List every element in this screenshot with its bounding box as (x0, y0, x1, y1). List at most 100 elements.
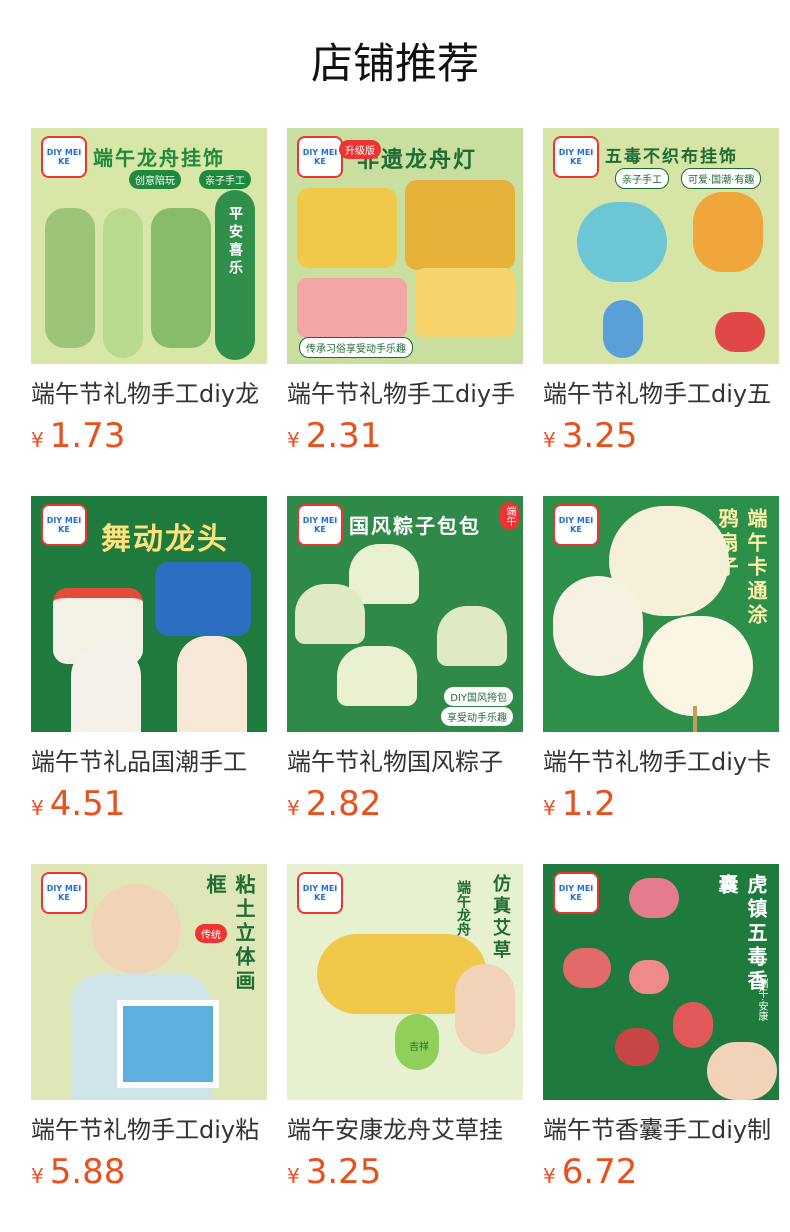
sachet (629, 960, 669, 994)
image-tag: 端午龙舟 (455, 880, 471, 936)
product-grid: DIY MEI KE 端午龙舟挂饰 创意陪玩 亲子手工 平安喜乐 端午节礼物手工… (31, 128, 781, 1232)
image-tag: 亲子手工 (615, 168, 669, 189)
image-headline: 端午龙舟挂饰 (93, 146, 225, 170)
product-price: ¥3.25 (287, 1154, 523, 1196)
price-value: 3.25 (305, 1152, 382, 1192)
product-card[interactable]: DIY MEI KE 舞动龙头 端午节礼品国潮手工 ¥4.51 (31, 496, 267, 864)
product-name[interactable]: 端午节礼物手工diy手 (287, 378, 523, 410)
price-value: 2.82 (305, 784, 382, 824)
product-card[interactable]: DIY MEI KE 非遗龙舟灯 升级版 传承习俗享受动手乐趣 端午节礼物手工d… (287, 128, 523, 496)
felt-ornament (603, 300, 643, 358)
product-card[interactable]: DIY MEI KE 虎镇五毒香囊 端午·安康 端午节香囊手工diy制 ¥6.7… (543, 864, 779, 1232)
product-price: ¥2.31 (287, 418, 523, 460)
image-tag: 享受动手乐趣 (441, 707, 513, 726)
product-name[interactable]: 端午节礼物手工diy粘 (31, 1114, 267, 1146)
felt-ornament (693, 192, 763, 272)
image-tag: DIY国风挎包 (444, 687, 513, 706)
fan-handle (693, 706, 697, 732)
product-price: ¥6.72 (543, 1154, 779, 1196)
brand-logo: DIY MEI KE (297, 136, 343, 178)
image-tag: 升级版 (339, 140, 381, 159)
product-image[interactable]: DIY MEI KE 国风粽子包包 端午 DIY国风挎包 享受动手乐趣 (287, 496, 523, 732)
image-vertical-text: 平安喜乐 (227, 206, 243, 278)
zongzi-bag (337, 646, 417, 706)
image-tag: 亲子手工 (199, 170, 251, 189)
product-card[interactable]: DIY MEI KE 仿真艾草 端午龙舟 吉祥 端午安康龙舟艾草挂 ¥3.25 (287, 864, 523, 1232)
product-name[interactable]: 端午安康龙舟艾草挂 (287, 1114, 523, 1146)
brand-logo: DIY MEI KE (41, 136, 87, 178)
brand-logo: DIY MEI KE (41, 872, 87, 914)
hanging-ornament (45, 208, 95, 348)
sachet (563, 948, 611, 988)
sachet (629, 878, 679, 918)
price-value: 4.51 (49, 784, 126, 824)
image-vertical-text: 仿真艾草 (490, 874, 511, 962)
product-image[interactable]: DIY MEI KE 虎镇五毒香囊 端午·安康 (543, 864, 779, 1100)
dragon-boat-lantern (297, 188, 397, 268)
child-figure (177, 636, 247, 732)
product-name[interactable]: 端午节香囊手工diy制 (543, 1114, 779, 1146)
product-image[interactable]: DIY MEI KE 非遗龙舟灯 升级版 传承习俗享受动手乐趣 (287, 128, 523, 364)
product-name[interactable]: 端午节礼物手工diy卡 (543, 746, 779, 778)
dragon-boat-lantern (415, 268, 515, 338)
currency-symbol: ¥ (287, 1164, 300, 1188)
image-headline: 五毒不织布挂饰 (605, 147, 738, 167)
product-name[interactable]: 端午节礼品国潮手工 (31, 746, 267, 778)
image-tag: 传统 (195, 924, 227, 943)
product-card[interactable]: DIY MEI KE 粘土立体画框 传统 端午节礼物手工diy粘 ¥5.88 (31, 864, 267, 1232)
price-value: 3.25 (561, 416, 638, 456)
product-card[interactable]: DIY MEI KE 端午卡通涂鸦扇子 端午节礼物手工diy卡 ¥1.2 (543, 496, 779, 864)
product-image[interactable]: DIY MEI KE 舞动龙头 (31, 496, 267, 732)
product-name[interactable]: 端午节礼物手工diy龙 (31, 378, 267, 410)
hanging-ornament (151, 208, 211, 348)
product-image[interactable]: DIY MEI KE 五毒不织布挂饰 亲子手工 可爱·国潮·有趣 (543, 128, 779, 364)
product-price: ¥4.51 (31, 786, 267, 828)
image-tag: 吉祥 (409, 1042, 429, 1053)
zongzi-bag (295, 584, 365, 644)
product-image[interactable]: DIY MEI KE 端午龙舟挂饰 创意陪玩 亲子手工 平安喜乐 (31, 128, 267, 364)
product-image[interactable]: DIY MEI KE 粘土立体画框 传统 (31, 864, 267, 1100)
currency-symbol: ¥ (543, 1164, 556, 1188)
image-headline: 非遗龙舟灯 (357, 148, 478, 173)
price-value: 1.2 (561, 784, 616, 824)
hand (707, 1042, 777, 1100)
sachet (673, 1002, 713, 1048)
sachet (615, 1028, 659, 1066)
price-value: 5.88 (49, 1152, 126, 1192)
brand-logo: DIY MEI KE (41, 504, 87, 546)
hanging-ornament (103, 208, 143, 358)
brand-logo: DIY MEI KE (297, 872, 343, 914)
child-figure (71, 646, 141, 732)
product-name[interactable]: 端午节礼物手工diy五 (543, 378, 779, 410)
product-price: ¥1.73 (31, 418, 267, 460)
product-name[interactable]: 端午节礼物国风粽子 (287, 746, 523, 778)
image-tag: 端午·安康 (756, 978, 767, 1022)
brand-logo: DIY MEI KE (553, 136, 599, 178)
image-headline: 国风粽子包包 (349, 514, 481, 538)
zongzi-bag (437, 606, 507, 666)
product-image[interactable]: DIY MEI KE 仿真艾草 端午龙舟 吉祥 (287, 864, 523, 1100)
product-price: ¥2.82 (287, 786, 523, 828)
product-price: ¥5.88 (31, 1154, 267, 1196)
product-image[interactable]: DIY MEI KE 端午卡通涂鸦扇子 (543, 496, 779, 732)
currency-symbol: ¥ (287, 796, 300, 820)
painted-fan (643, 616, 753, 716)
clay-picture-frame (117, 1000, 219, 1088)
product-price: ¥3.25 (543, 418, 779, 460)
product-card[interactable]: DIY MEI KE 五毒不织布挂饰 亲子手工 可爱·国潮·有趣 端午节礼物手工… (543, 128, 779, 496)
dragon-boat-lantern (405, 180, 515, 270)
page-title: 店铺推荐 (310, 39, 479, 88)
child-figure (91, 884, 181, 974)
price-value: 6.72 (561, 1152, 638, 1192)
price-value: 1.73 (49, 416, 126, 456)
dragon-boat-lantern (297, 278, 407, 338)
product-card[interactable]: DIY MEI KE 国风粽子包包 端午 DIY国风挎包 享受动手乐趣 端午节礼… (287, 496, 523, 864)
felt-ornament (715, 312, 765, 352)
product-card[interactable]: DIY MEI KE 端午龙舟挂饰 创意陪玩 亲子手工 平安喜乐 端午节礼物手工… (31, 128, 267, 496)
brand-logo: DIY MEI KE (553, 872, 599, 914)
currency-symbol: ¥ (31, 1164, 44, 1188)
image-tag: 创意陪玩 (129, 170, 181, 189)
zongzi-bag (349, 544, 419, 604)
product-price: ¥1.2 (543, 786, 779, 828)
image-headline: 舞动龙头 (101, 522, 229, 557)
